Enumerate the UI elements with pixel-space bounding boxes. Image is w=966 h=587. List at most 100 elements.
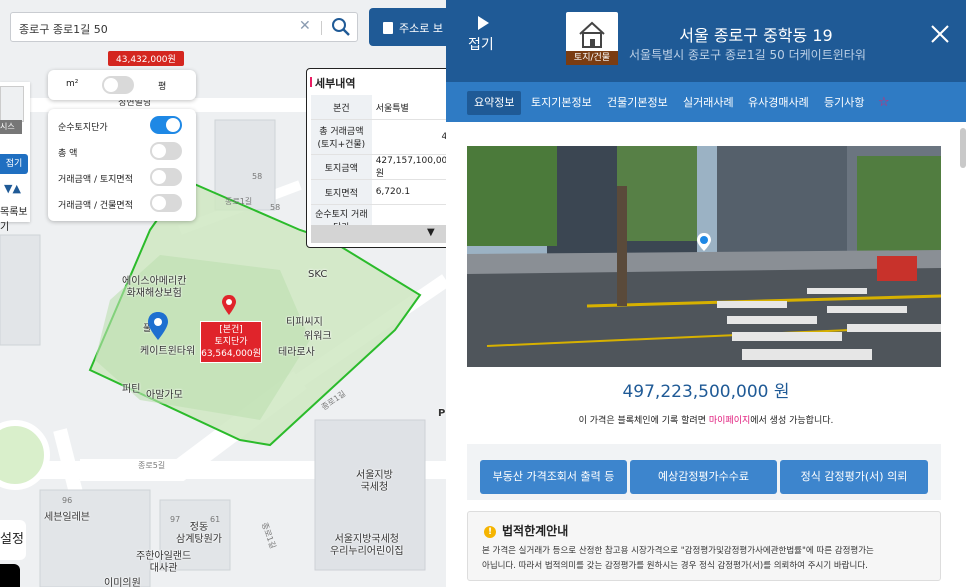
table-row: 토지금액 427,157,100,000원 <box>311 154 446 180</box>
legal-line: 아닙니다. 따라서 법적의미를 갖는 감정평가를 원하시는 경우 정식 감정평가… <box>482 561 868 571</box>
estimated-price: 497,223,500,000 원 <box>622 382 790 402</box>
action-button-row: 부동산 가격조회서 출력 등 예상감정평가수수료 정식 감정평가(서) 의뢰 <box>467 444 941 500</box>
settings-button[interactable]: 설정 <box>0 520 26 560</box>
map-label-tpc: 티피씨지 <box>286 317 323 328</box>
street-view-image[interactable] <box>467 146 941 367</box>
formal-appraisal-request-button[interactable]: 정식 감정평가(서) 의뢰 <box>780 460 928 494</box>
legal-title: 법적한계안내 <box>502 524 569 538</box>
panel-title-wrap: 서울 종로구 중학동 19 <box>446 22 966 46</box>
legal-line: 본 가격은 실거래가 등으로 산정한 참고용 시장가격으로 "감정평가및감정평가… <box>482 546 874 556</box>
price-pin[interactable]: 43,432,000원 <box>108 51 184 66</box>
map-label-skc: SKC <box>308 269 328 280</box>
warning-icon: ! <box>484 526 496 538</box>
tab-auctions[interactable]: 유사경매사례 <box>741 91 816 115</box>
clear-icon[interactable]: ✕ <box>299 18 311 34</box>
detail-key: 총 거래금액 (토지+건물) <box>311 119 372 155</box>
map-label-daycare: 서울지방국세청 우리누리어린이집 <box>330 534 404 557</box>
detail-box: 세부내역 본건서울특별 총 거래금액 (토지+건물)49 토지금액427,157… <box>306 68 446 248</box>
layer-label: 순수토지단가 <box>58 123 108 133</box>
map-label-embassy: 주한아일랜드 대사관 <box>136 551 192 574</box>
panel-address: 서울특별시 종로구 종로1길 50 더케이트윈타워 <box>629 48 866 62</box>
mypage-link[interactable]: 마이페이지 <box>709 416 750 426</box>
lot-label-line1: [본건] <box>219 325 243 335</box>
tab-transactions[interactable]: 실거래사례 <box>676 91 741 115</box>
document-icon <box>383 22 393 34</box>
lot-label-line3: 63,564,000원 <box>201 349 261 359</box>
system-label[interactable]: 시스템 <box>0 120 22 134</box>
detail-title: 세부내역 <box>309 77 356 90</box>
map-label-bldg-58a: 58 <box>252 172 263 181</box>
layer-toggle-land-area[interactable] <box>150 168 182 186</box>
location-marker-icon[interactable] <box>222 295 236 315</box>
map-label-road: 종로1길 <box>225 197 253 206</box>
detail-key: 토지면적 <box>311 179 372 205</box>
detail-value: 6,720.1 <box>371 179 446 205</box>
print-price-report-button[interactable]: 부동산 가격조회서 출력 등 <box>480 460 627 494</box>
lot-label-line2: 토지단가 <box>214 337 248 347</box>
map-label-jeongdong: 정동 삼계탕원가 <box>176 522 222 545</box>
building-icon[interactable] <box>0 86 24 122</box>
lot-price-label[interactable]: [본건] 토지단가 63,564,000원 <box>200 321 262 363</box>
street-view-graphic <box>467 146 941 367</box>
scroll-down-icon[interactable]: ▼ <box>427 227 435 238</box>
unit-pyeong-label: 평 <box>158 82 167 92</box>
map-label-parking: P <box>438 408 446 419</box>
map-label-bldg-96: 96 <box>62 496 73 505</box>
layer-toggle-building-area[interactable] <box>150 194 182 212</box>
address-button-label: 주소로 보 <box>399 22 443 35</box>
map-label-insurance: 에이스아메리칸 화재해상보험 <box>122 276 187 299</box>
notice-text: 에서 생성 가능합니다. <box>750 416 834 426</box>
search-icon[interactable] <box>331 17 351 37</box>
map-label-clinic: 이미의원 <box>104 578 141 587</box>
property-panel: 접기 토지/건물 서울 종로구 중학동 19 서울특별시 종로구 종로1길 50… <box>446 0 966 587</box>
layer-label: 총 액 <box>58 149 78 159</box>
blockchain-notice: 이 가격은 블록체인에 기록 할려면 마이페이지에서 생성 가능합니다. <box>446 413 966 426</box>
address-search-button[interactable]: 주소로 보 <box>369 8 446 46</box>
panel-scrollbar[interactable] <box>960 128 966 168</box>
map-label-bldg-58b: 58 <box>270 203 281 212</box>
left-toolbar: 시스템 접기 ▼▲ 목록보기 <box>0 82 30 233</box>
sort-arrows-icon[interactable]: ▼▲ <box>4 182 21 195</box>
layer-panel: 순수토지단가 총 액 거래금액 / 토지면적 거래금액 / 건물면적 <box>48 109 196 221</box>
search-input[interactable] <box>17 19 291 38</box>
detail-table: 본건서울특별 총 거래금액 (토지+건물)49 토지금액427,157,100,… <box>311 95 446 236</box>
unit-toggle[interactable] <box>102 76 134 94</box>
table-row: 총 거래금액 (토지+건물)49 <box>311 119 446 155</box>
panel-header: 접기 토지/건물 서울 종로구 중학동 19 서울특별시 종로구 종로1길 50… <box>446 0 966 82</box>
map-label-road3: 종로5길 <box>138 461 166 470</box>
tower-marker-icon[interactable] <box>148 312 168 340</box>
list-view-button[interactable]: 목록보기 <box>0 203 30 233</box>
map-label-putin: 퍼틴 <box>122 384 141 395</box>
map-label-terarosa: 테라로사 <box>278 347 315 358</box>
unit-sqm-label: m² <box>66 79 79 89</box>
map-label-tower: 케이트윈타워 <box>140 346 196 357</box>
table-row: 본건 서울특별 <box>311 95 446 120</box>
layer-toggle-total[interactable] <box>150 142 182 160</box>
table-row: 토지면적 6,720.1 <box>311 179 446 205</box>
unit-toggle-panel: m² 평 <box>48 70 196 100</box>
detail-key: 토지금액 <box>311 154 372 180</box>
map-label-tax-office: 서울지방 국세청 <box>356 470 393 493</box>
tab-land-info[interactable]: 토지기본정보 <box>524 91 599 115</box>
appraisal-fee-button[interactable]: 예상감정평가수수료 <box>630 460 777 494</box>
notice-text: 이 가격은 블록체인에 기록 할려면 <box>578 416 709 426</box>
close-icon[interactable] <box>930 24 950 44</box>
tab-summary[interactable]: 요약정보 <box>467 91 522 115</box>
category-tag: 토지/건물 <box>566 51 618 65</box>
star-icon[interactable]: ☆ <box>871 91 897 115</box>
map-label-seven: 세븐일레븐 <box>44 512 90 523</box>
map-view[interactable]: 정현빌딩 58 종로1길 58 에이스아메리칸 화재해상보험 SKC 풀바 케이… <box>0 0 446 587</box>
layer-label: 거래금액 / 건물면적 <box>58 201 133 211</box>
detail-value: 427,157,100,000원 <box>371 154 446 180</box>
tab-registry[interactable]: 등기사항 <box>817 91 871 115</box>
detail-scrollbar[interactable]: ▼ <box>311 225 446 243</box>
layer-label: 거래금액 / 토지면적 <box>58 175 133 185</box>
map-label-amalgamo: 아말가모 <box>146 390 183 401</box>
search-bar: ✕ <box>10 12 358 42</box>
tab-building-info[interactable]: 건물기본정보 <box>600 91 675 115</box>
collapse-tool-button[interactable]: 접기 <box>0 154 28 174</box>
map-label-wework: 위워크 <box>304 331 332 342</box>
layer-toggle-pure-land[interactable] <box>150 116 182 134</box>
bottom-control[interactable] <box>0 564 20 587</box>
detail-value: 서울특별 <box>371 95 446 120</box>
